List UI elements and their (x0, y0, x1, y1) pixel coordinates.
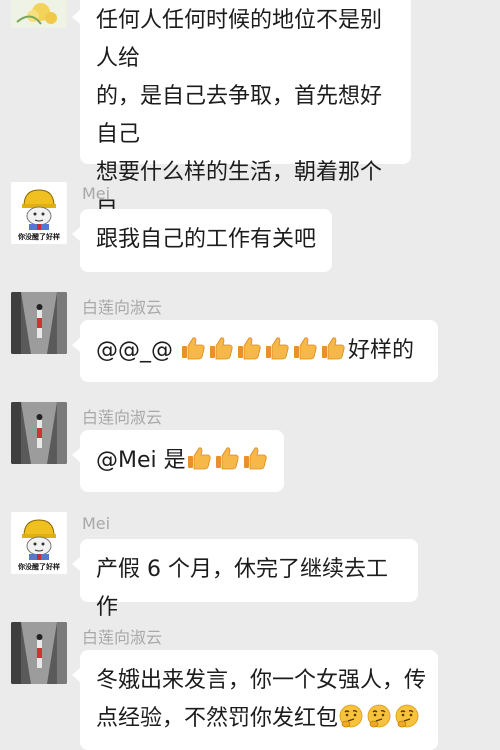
message-bubble[interactable]: @Mei 是 (72, 430, 284, 492)
corridor-photo-avatar[interactable] (11, 292, 67, 354)
message-text-line: 的，是自己去争取，首先想好自己 (96, 84, 383, 147)
thinking-face-icon (394, 703, 420, 729)
thumbs-up-icon (320, 335, 346, 361)
message-bubble[interactable]: 跟我自己的工作有关吧 (72, 209, 332, 272)
cartoon-helmet-avatar[interactable]: 你没醒了好样 (11, 182, 67, 244)
cartoon-helmet-avatar[interactable]: 你没醒了好样 (11, 512, 67, 574)
sender-name: 白莲向淑云 (82, 628, 163, 647)
thumbs-up-icon (264, 335, 290, 361)
thumbs-up-icon (214, 445, 240, 471)
message-bubble[interactable]: 产假 6 个月，休完了继续去工作 (72, 539, 418, 620)
message-text: 产假 6 个月，休完了继续去工作 (96, 557, 388, 620)
message-bubble[interactable]: 任何人任何时候的地位不是别人给 的，是自己去争取，首先想好自己 想要什么样的生活… (72, 0, 411, 261)
thumbs-up-icon (242, 445, 268, 471)
message-bubble[interactable]: @@_@ 好样的 (72, 320, 438, 382)
message-text: 跟我自己的工作有关吧 (96, 227, 317, 252)
sender-name: Mei (82, 514, 111, 533)
message-bubble[interactable]: 冬娥出来发言，你一个女强人，传 点经验，不然罚你发红包 (72, 650, 438, 750)
message-text: @@_@ (96, 338, 180, 363)
thumbs-up-icon (208, 335, 234, 361)
flower-avatar[interactable] (11, 0, 67, 28)
thumbs-up-icon (292, 335, 318, 361)
corridor-photo-avatar[interactable] (11, 402, 67, 464)
thinking-face-icon (366, 703, 392, 729)
avatar-caption: 你没醒了好样 (18, 563, 60, 571)
message-text-line: 点经验，不然罚你发红包 (96, 700, 422, 738)
message-text: @Mei 是 (96, 448, 186, 473)
sender-name: Mei (82, 184, 111, 203)
sender-name: 白莲向淑云 (82, 298, 163, 317)
message-text: 好样的 (348, 338, 415, 363)
message-text-line: 冬娥出来发言，你一个女强人，传 (96, 668, 427, 693)
message-text-line: 任何人任何时候的地位不是别人给 (96, 8, 383, 71)
avatar-caption: 你没醒了好样 (18, 233, 60, 241)
corridor-photo-avatar[interactable] (11, 622, 67, 684)
thumbs-up-icon (186, 445, 212, 471)
sender-name: 白莲向淑云 (82, 408, 163, 427)
thumbs-up-icon (236, 335, 262, 361)
thumbs-up-icon (180, 335, 206, 361)
thinking-face-icon (338, 703, 364, 729)
